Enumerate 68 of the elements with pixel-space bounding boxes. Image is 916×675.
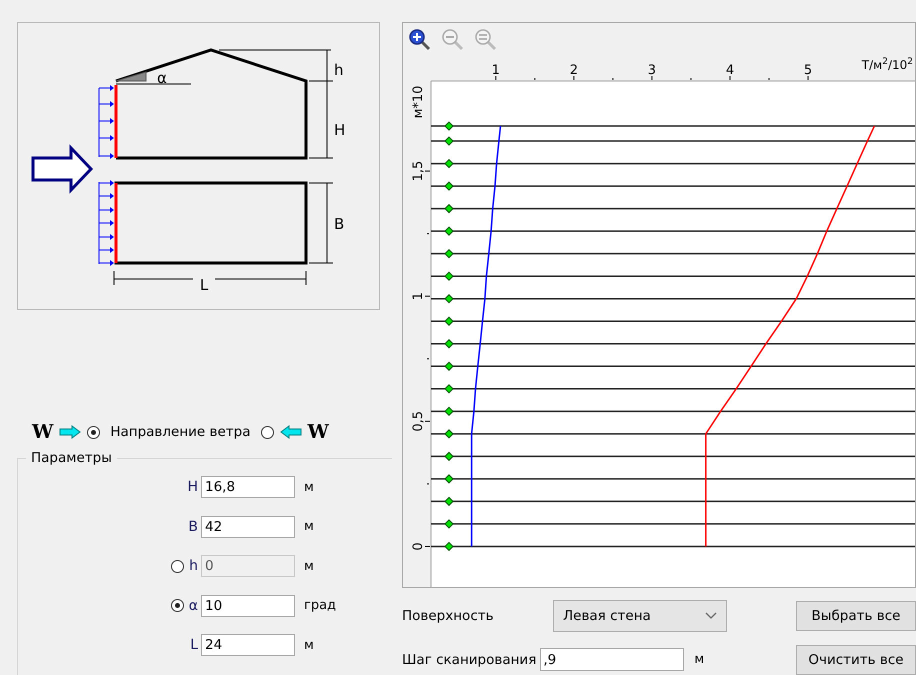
scan-marker[interactable] [444, 248, 454, 258]
parameter-radio[interactable] [170, 599, 184, 612]
parameter-label: L [190, 637, 198, 653]
wind-radio[interactable] [87, 426, 100, 438]
scan-marker[interactable] [444, 384, 454, 394]
parameter-label: B [188, 518, 198, 534]
tick-label: 0,5 [411, 411, 426, 432]
scan-marker[interactable] [444, 294, 454, 304]
dimension-label: H [334, 121, 346, 139]
surface-label: Поверхность [402, 608, 495, 624]
tick-label: 2 [570, 63, 578, 78]
wind-radio[interactable] [260, 426, 274, 438]
select-all-button[interactable]: Выбрать все [796, 601, 916, 631]
axis-title: Т/м$^{2}$/10$^{2}$ [862, 57, 913, 72]
scan-marker[interactable] [444, 121, 454, 131]
scan-step-field[interactable]: ,9 [540, 648, 684, 671]
clear-all-button[interactable]: Очистить все [796, 644, 916, 674]
chevron-down-icon [705, 612, 717, 620]
parameter-field[interactable]: 42 [201, 516, 295, 538]
dimension-label: B [334, 215, 344, 233]
dimension-label: α [157, 69, 167, 87]
left-arrow-icon [280, 425, 302, 439]
scan-marker[interactable] [444, 136, 454, 146]
tick-label: 5 [804, 63, 812, 78]
group-title: Параметры [30, 450, 113, 466]
scan-step-label: Шаг сканирования [402, 652, 536, 668]
right-arrow-icon [59, 425, 82, 439]
dimension-label: h [334, 61, 344, 79]
surface-dropdown[interactable]: Левая стена [553, 600, 727, 632]
tick-label: 1,5 [411, 160, 426, 182]
unit-label: м [304, 638, 314, 652]
axis-title: м*10 [411, 86, 426, 118]
parameter-label: h [189, 558, 198, 574]
tick-label: 3 [648, 63, 656, 78]
parameter-field[interactable]: 16,8 [201, 476, 295, 498]
scan-marker[interactable] [444, 158, 454, 168]
parameter-label: H [187, 479, 198, 495]
scan-marker[interactable] [444, 271, 454, 281]
tick-label: 4 [726, 63, 734, 78]
scan-marker[interactable] [444, 362, 454, 371]
unit-label: м [304, 519, 314, 534]
scan-marker[interactable] [444, 181, 454, 191]
scan-marker[interactable] [444, 316, 454, 326]
dimension-label: L [200, 276, 208, 294]
wind-letter: W [308, 421, 329, 443]
scan-marker[interactable] [444, 452, 454, 462]
scan-marker[interactable] [444, 519, 454, 529]
scan-marker[interactable] [444, 204, 454, 214]
scan-marker[interactable] [444, 474, 454, 484]
parameter-field[interactable]: 10 [201, 594, 295, 616]
parameter-field[interactable]: 24 [201, 634, 295, 656]
scan-marker[interactable] [444, 406, 454, 416]
zoom-in-icon[interactable] [408, 28, 432, 52]
tick-label: 1 [411, 292, 426, 300]
parameter-label: α [188, 598, 198, 614]
scan-marker[interactable] [444, 429, 454, 439]
unit-label: м [304, 480, 314, 494]
scan-marker[interactable] [444, 339, 454, 348]
scan-marker[interactable] [444, 226, 454, 236]
unit-label: м [694, 652, 704, 667]
tick-label: 1 [492, 63, 500, 78]
wind-direction-label: Направление ветра [110, 424, 250, 440]
unit-label: град [304, 598, 336, 613]
wind-letter: W [32, 421, 54, 443]
tick-label: 0 [411, 542, 426, 551]
scan-marker[interactable] [444, 496, 454, 506]
unit-label: м [304, 558, 314, 574]
scan-marker[interactable] [444, 542, 454, 552]
